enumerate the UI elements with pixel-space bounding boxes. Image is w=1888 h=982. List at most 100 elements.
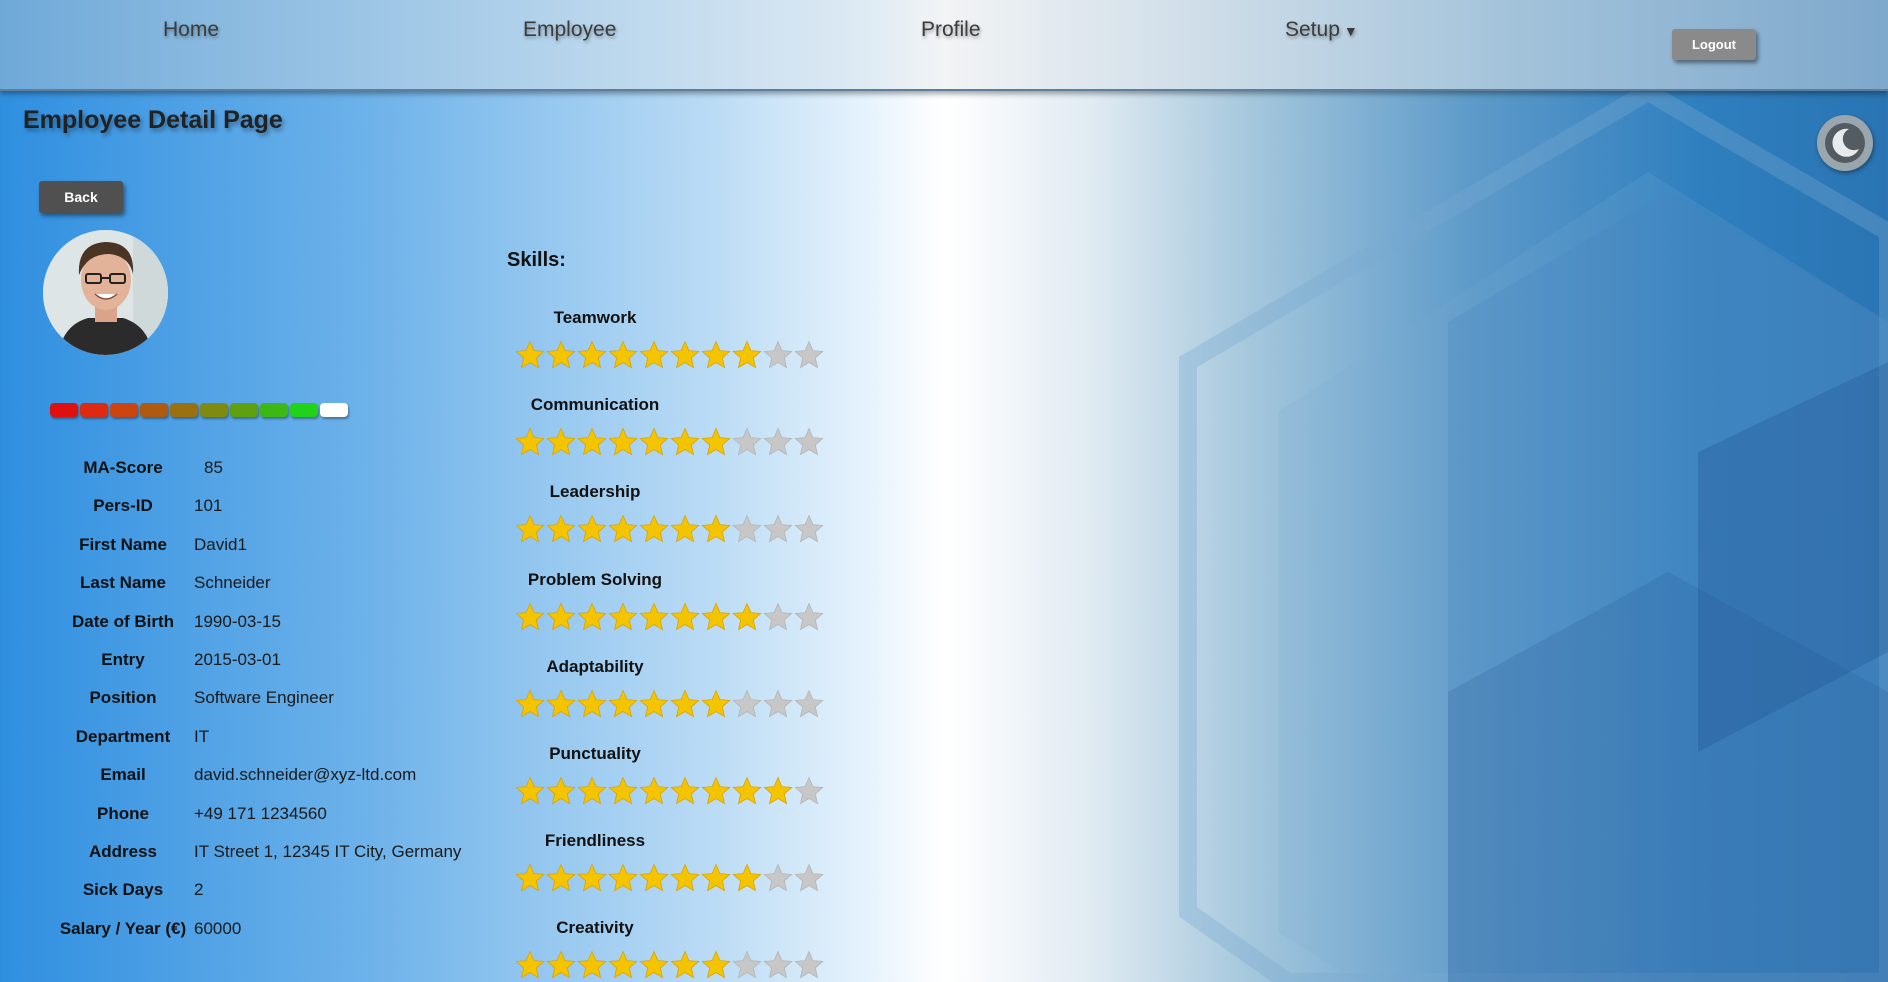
star-filled-icon[interactable] [670, 427, 700, 457]
star-rating[interactable] [515, 950, 824, 980]
star-empty-icon[interactable] [794, 427, 824, 457]
skill-item: Creativity [515, 915, 835, 982]
star-filled-icon[interactable] [701, 514, 731, 544]
star-filled-icon[interactable] [577, 514, 607, 544]
star-filled-icon[interactable] [701, 340, 731, 370]
star-filled-icon[interactable] [577, 950, 607, 980]
star-rating[interactable] [515, 340, 824, 370]
star-filled-icon[interactable] [608, 427, 638, 457]
back-button[interactable]: Back [39, 181, 123, 213]
star-empty-icon[interactable] [794, 602, 824, 632]
star-empty-icon[interactable] [763, 514, 793, 544]
star-filled-icon[interactable] [670, 689, 700, 719]
star-filled-icon[interactable] [701, 776, 731, 806]
star-filled-icon[interactable] [577, 689, 607, 719]
star-rating[interactable] [515, 427, 824, 457]
star-rating[interactable] [515, 602, 824, 632]
star-empty-icon[interactable] [763, 340, 793, 370]
star-filled-icon[interactable] [639, 689, 669, 719]
nav-employee[interactable]: Employee [523, 18, 616, 42]
nav-home[interactable]: Home [163, 18, 219, 42]
star-empty-icon[interactable] [732, 427, 762, 457]
star-filled-icon[interactable] [515, 776, 545, 806]
theme-toggle-button[interactable] [1817, 115, 1873, 171]
star-empty-icon[interactable] [763, 863, 793, 893]
star-filled-icon[interactable] [670, 950, 700, 980]
star-filled-icon[interactable] [639, 950, 669, 980]
star-filled-icon[interactable] [639, 514, 669, 544]
star-filled-icon[interactable] [608, 950, 638, 980]
star-filled-icon[interactable] [639, 340, 669, 370]
star-filled-icon[interactable] [546, 950, 576, 980]
star-rating[interactable] [515, 689, 824, 719]
star-rating[interactable] [515, 776, 824, 806]
star-filled-icon[interactable] [608, 776, 638, 806]
star-filled-icon[interactable] [639, 427, 669, 457]
star-empty-icon[interactable] [732, 689, 762, 719]
star-filled-icon[interactable] [701, 689, 731, 719]
skill-name: Communication [530, 395, 660, 415]
star-empty-icon[interactable] [794, 863, 824, 893]
star-filled-icon[interactable] [577, 340, 607, 370]
nav-setup[interactable]: Setup ▼ [1285, 18, 1358, 42]
star-filled-icon[interactable] [515, 340, 545, 370]
star-filled-icon[interactable] [608, 689, 638, 719]
star-filled-icon[interactable] [577, 776, 607, 806]
star-filled-icon[interactable] [732, 863, 762, 893]
star-filled-icon[interactable] [639, 863, 669, 893]
star-empty-icon[interactable] [794, 514, 824, 544]
star-filled-icon[interactable] [701, 427, 731, 457]
star-filled-icon[interactable] [701, 950, 731, 980]
nav-profile[interactable]: Profile [921, 18, 981, 42]
logout-button[interactable]: Logout [1672, 29, 1756, 60]
star-filled-icon[interactable] [577, 602, 607, 632]
star-filled-icon[interactable] [732, 602, 762, 632]
star-empty-icon[interactable] [732, 514, 762, 544]
star-empty-icon[interactable] [763, 689, 793, 719]
star-filled-icon[interactable] [515, 863, 545, 893]
star-empty-icon[interactable] [763, 427, 793, 457]
star-filled-icon[interactable] [670, 602, 700, 632]
star-filled-icon[interactable] [577, 427, 607, 457]
info-label: MA-Score [83, 458, 163, 477]
star-filled-icon[interactable] [546, 427, 576, 457]
star-filled-icon[interactable] [546, 689, 576, 719]
star-filled-icon[interactable] [515, 427, 545, 457]
score-segment [50, 403, 78, 417]
star-filled-icon[interactable] [608, 340, 638, 370]
star-filled-icon[interactable] [732, 776, 762, 806]
star-empty-icon[interactable] [763, 602, 793, 632]
star-filled-icon[interactable] [763, 776, 793, 806]
star-filled-icon[interactable] [577, 863, 607, 893]
star-empty-icon[interactable] [763, 950, 793, 980]
star-filled-icon[interactable] [670, 340, 700, 370]
star-rating[interactable] [515, 514, 824, 544]
star-filled-icon[interactable] [546, 776, 576, 806]
star-empty-icon[interactable] [794, 950, 824, 980]
skill-item: Leadership [515, 479, 835, 566]
star-filled-icon[interactable] [608, 514, 638, 544]
star-filled-icon[interactable] [670, 863, 700, 893]
star-filled-icon[interactable] [515, 602, 545, 632]
star-filled-icon[interactable] [732, 340, 762, 370]
star-filled-icon[interactable] [546, 340, 576, 370]
star-empty-icon[interactable] [732, 950, 762, 980]
star-filled-icon[interactable] [608, 863, 638, 893]
star-empty-icon[interactable] [794, 689, 824, 719]
star-filled-icon[interactable] [670, 776, 700, 806]
star-filled-icon[interactable] [701, 863, 731, 893]
star-filled-icon[interactable] [670, 514, 700, 544]
star-filled-icon[interactable] [701, 602, 731, 632]
star-filled-icon[interactable] [515, 514, 545, 544]
star-filled-icon[interactable] [546, 602, 576, 632]
star-filled-icon[interactable] [546, 863, 576, 893]
star-filled-icon[interactable] [608, 602, 638, 632]
star-filled-icon[interactable] [639, 602, 669, 632]
star-rating[interactable] [515, 863, 824, 893]
star-filled-icon[interactable] [639, 776, 669, 806]
star-filled-icon[interactable] [515, 950, 545, 980]
star-filled-icon[interactable] [515, 689, 545, 719]
star-empty-icon[interactable] [794, 776, 824, 806]
star-filled-icon[interactable] [546, 514, 576, 544]
star-empty-icon[interactable] [794, 340, 824, 370]
